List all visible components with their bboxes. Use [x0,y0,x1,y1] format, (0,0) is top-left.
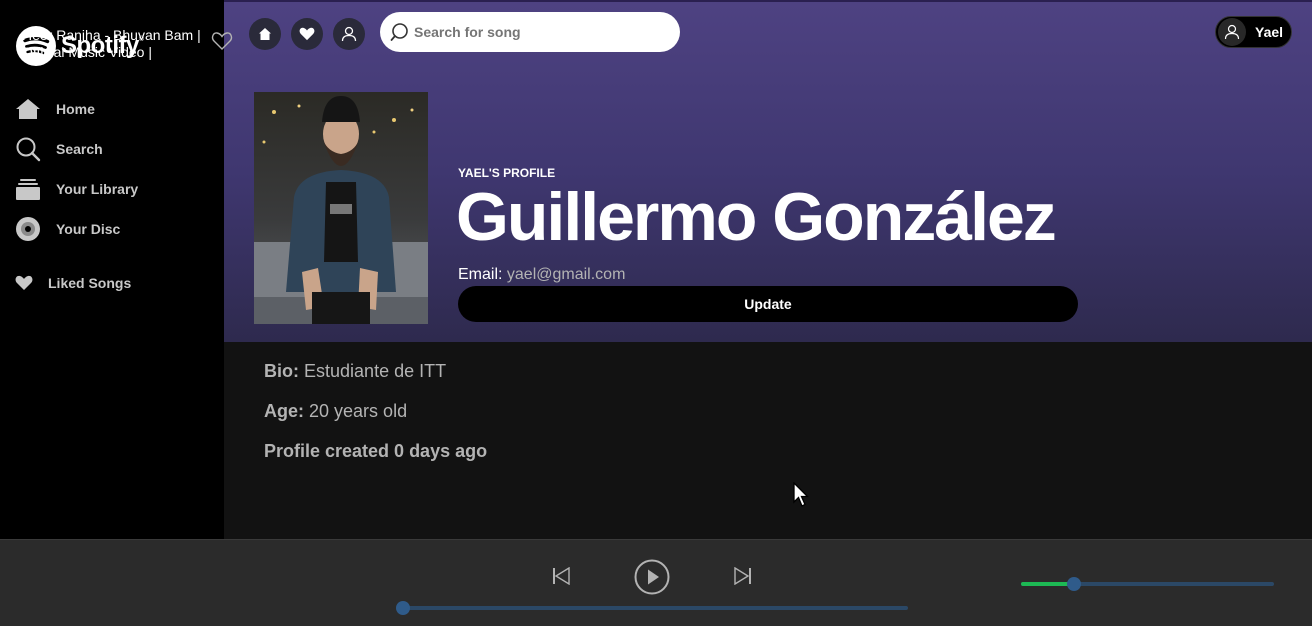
play-icon [634,559,670,595]
sidebar-item-library[interactable]: Your Library [14,175,138,203]
playback-progress-slider[interactable] [396,601,908,615]
age-label: Age: [264,401,304,421]
library-icon [14,175,42,203]
sidebar-item-disc[interactable]: Your Disc [14,215,120,243]
user-menu-button[interactable]: Yael [1215,16,1292,48]
update-button[interactable]: Update [458,286,1078,322]
email-label: Email: [458,266,503,283]
sidebar: Spotify® Home Search Your Library Your D… [0,0,224,539]
age-value: 20 years old [309,401,408,421]
user-icon [341,26,357,42]
progress-handle[interactable] [396,601,410,615]
sidebar-item-label: Your Library [56,181,139,197]
bio-value: Estudiante de ITT [304,361,447,381]
profile-button[interactable] [333,18,365,50]
skip-back-icon [553,566,570,586]
user-name: Yael [1255,24,1284,40]
avatar [1218,18,1246,46]
search-icon [14,135,42,163]
volume-slider[interactable] [1021,577,1274,591]
profile-created: Profile created 0 days ago [264,441,488,461]
user-icon [1224,24,1240,40]
next-button[interactable] [734,566,752,590]
heart-icon [299,27,315,41]
sidebar-item-label: Search [56,141,103,157]
sidebar-item-search[interactable]: Search [14,135,103,163]
age-row: Age: 20 years old [264,401,407,422]
like-track-button[interactable] [211,31,233,56]
track-title: Heer Ranjha - Bhuvan Bam | Official Musi… [22,27,201,60]
disc-icon [14,215,42,243]
sidebar-item-label: Home [56,101,95,117]
previous-button[interactable] [552,566,570,590]
email-value: yael@gmail.com [506,266,626,283]
email-row: Email: yael@gmail.com [458,266,625,284]
home-button[interactable] [249,18,281,50]
profile-photo [254,92,428,324]
heart-outline-icon [211,32,233,50]
bio-label: Bio: [264,361,299,381]
sidebar-item-label: Liked Songs [48,275,132,291]
home-icon [259,28,271,40]
home-icon [14,95,42,123]
search-icon [390,23,408,41]
page-title: Guillermo González [456,179,1057,255]
liked-button[interactable] [291,18,323,50]
search-input[interactable] [414,24,664,40]
search-bar[interactable] [380,12,680,52]
sidebar-item-label: Your Disc [56,221,121,237]
bio-row: Bio: Estudiante de ITT [264,361,446,382]
play-button[interactable] [634,559,670,600]
mouse-cursor-icon [793,481,810,513]
heart-icon [10,269,38,297]
sidebar-item-liked-songs[interactable]: Liked Songs [10,269,131,297]
skip-forward-icon [734,566,751,586]
sidebar-item-home[interactable]: Home [14,95,95,123]
